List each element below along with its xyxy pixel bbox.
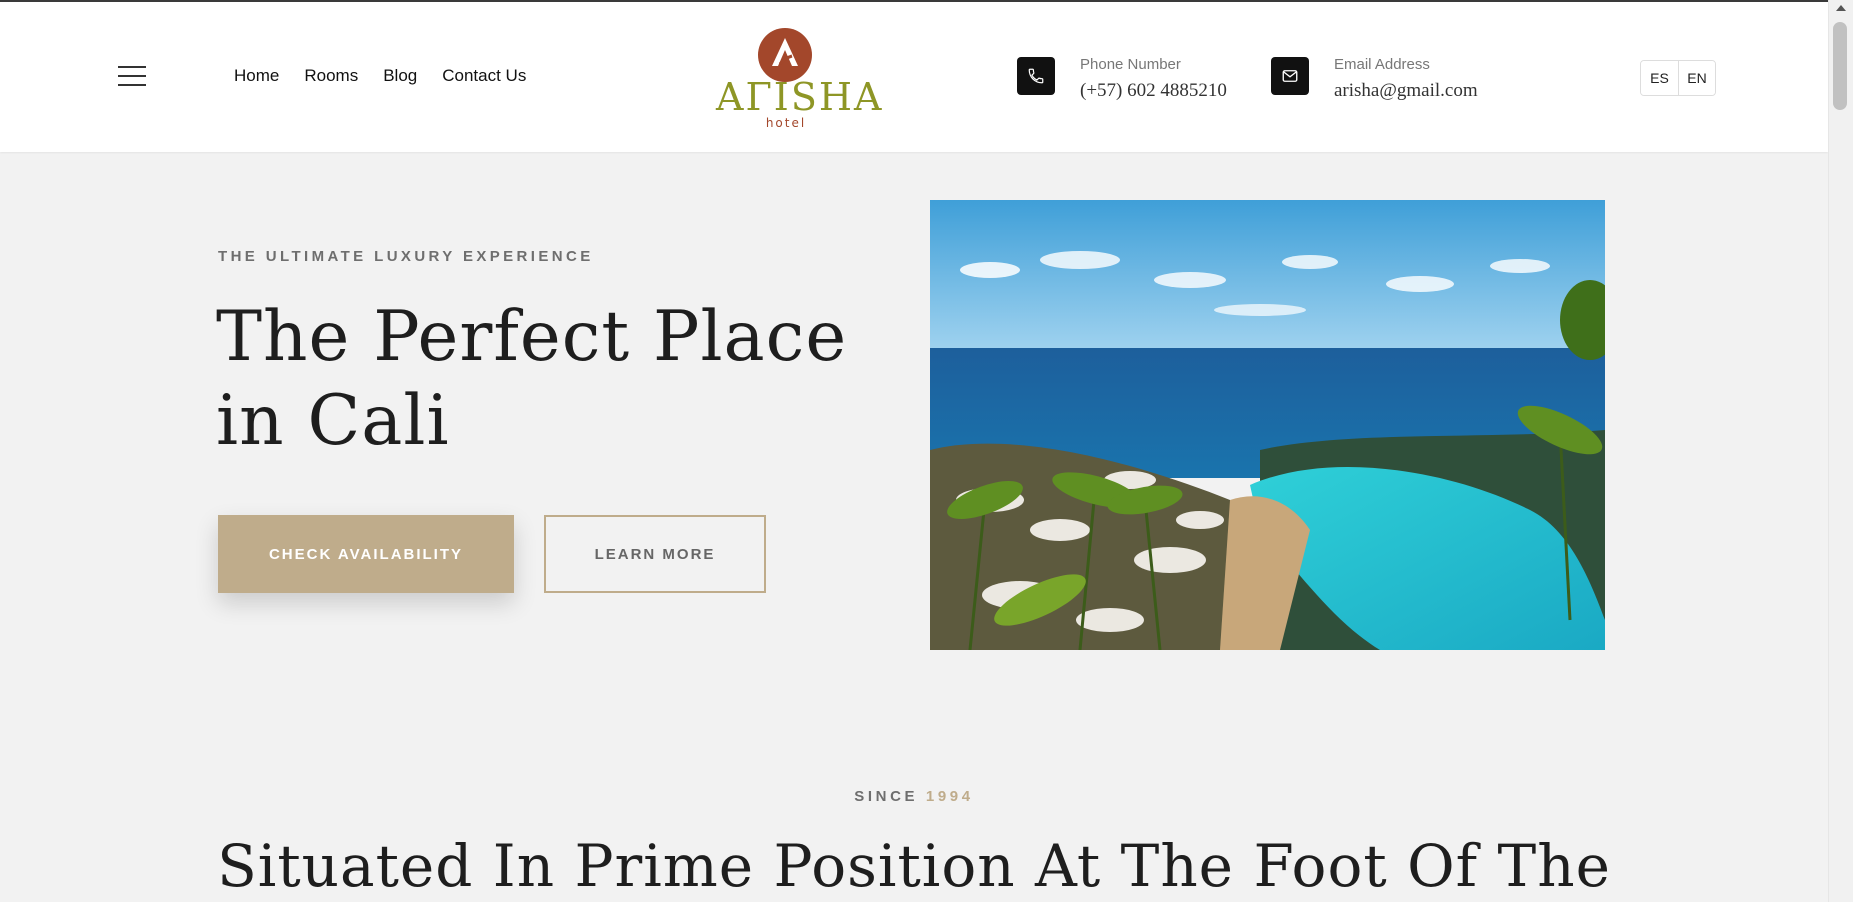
envelope-icon[interactable] (1271, 57, 1309, 95)
phone-icon[interactable] (1017, 57, 1055, 95)
main-nav: Home Rooms Blog Contact Us (234, 66, 526, 86)
hero-eyebrow: THE ULTIMATE LUXURY EXPERIENCE (218, 248, 594, 265)
site-header: Home Rooms Blog Contact Us ΑΓISHΑ hotel … (0, 2, 1828, 152)
lang-en-button[interactable]: EN (1678, 61, 1715, 95)
vertical-scrollbar[interactable] (1828, 0, 1853, 902)
learn-more-button[interactable]: LEARN MORE (544, 515, 766, 593)
hero-resort-image (930, 200, 1605, 650)
logo-wordmark: ΑΓISHΑ (716, 75, 884, 119)
since-label: SINCE 1994 (0, 788, 1828, 805)
hero-title: The Perfect Place in Cali (216, 297, 848, 461)
nav-contact-us[interactable]: Contact Us (442, 66, 526, 86)
phone-number[interactable]: (+57) 602 4885210 (1080, 80, 1227, 102)
email-address[interactable]: arisha@gmail.com (1334, 80, 1478, 102)
nav-rooms[interactable]: Rooms (304, 66, 358, 86)
hotel-logo[interactable]: ΑΓISHΑ hotel (716, 28, 884, 130)
phone-label: Phone Number (1080, 56, 1181, 73)
lang-es-button[interactable]: ES (1641, 61, 1678, 95)
logo-subtitle: hotel (765, 116, 807, 130)
language-switcher: ES EN (1640, 60, 1716, 96)
email-label: Email Address (1334, 56, 1430, 73)
scroll-thumb[interactable] (1833, 22, 1847, 110)
since-text: SINCE (854, 788, 919, 805)
nav-blog[interactable]: Blog (383, 66, 417, 86)
since-year: 1994 (925, 788, 974, 805)
logo-emblem (758, 28, 812, 82)
scroll-up-arrow-icon[interactable] (1836, 5, 1846, 11)
about-section-title: Situated In Prime Position At The Foot O… (217, 832, 1611, 900)
check-availability-button[interactable]: CHECK AVAILABILITY (218, 515, 514, 593)
nav-home[interactable]: Home (234, 66, 279, 86)
hamburger-menu-icon[interactable] (118, 64, 148, 88)
